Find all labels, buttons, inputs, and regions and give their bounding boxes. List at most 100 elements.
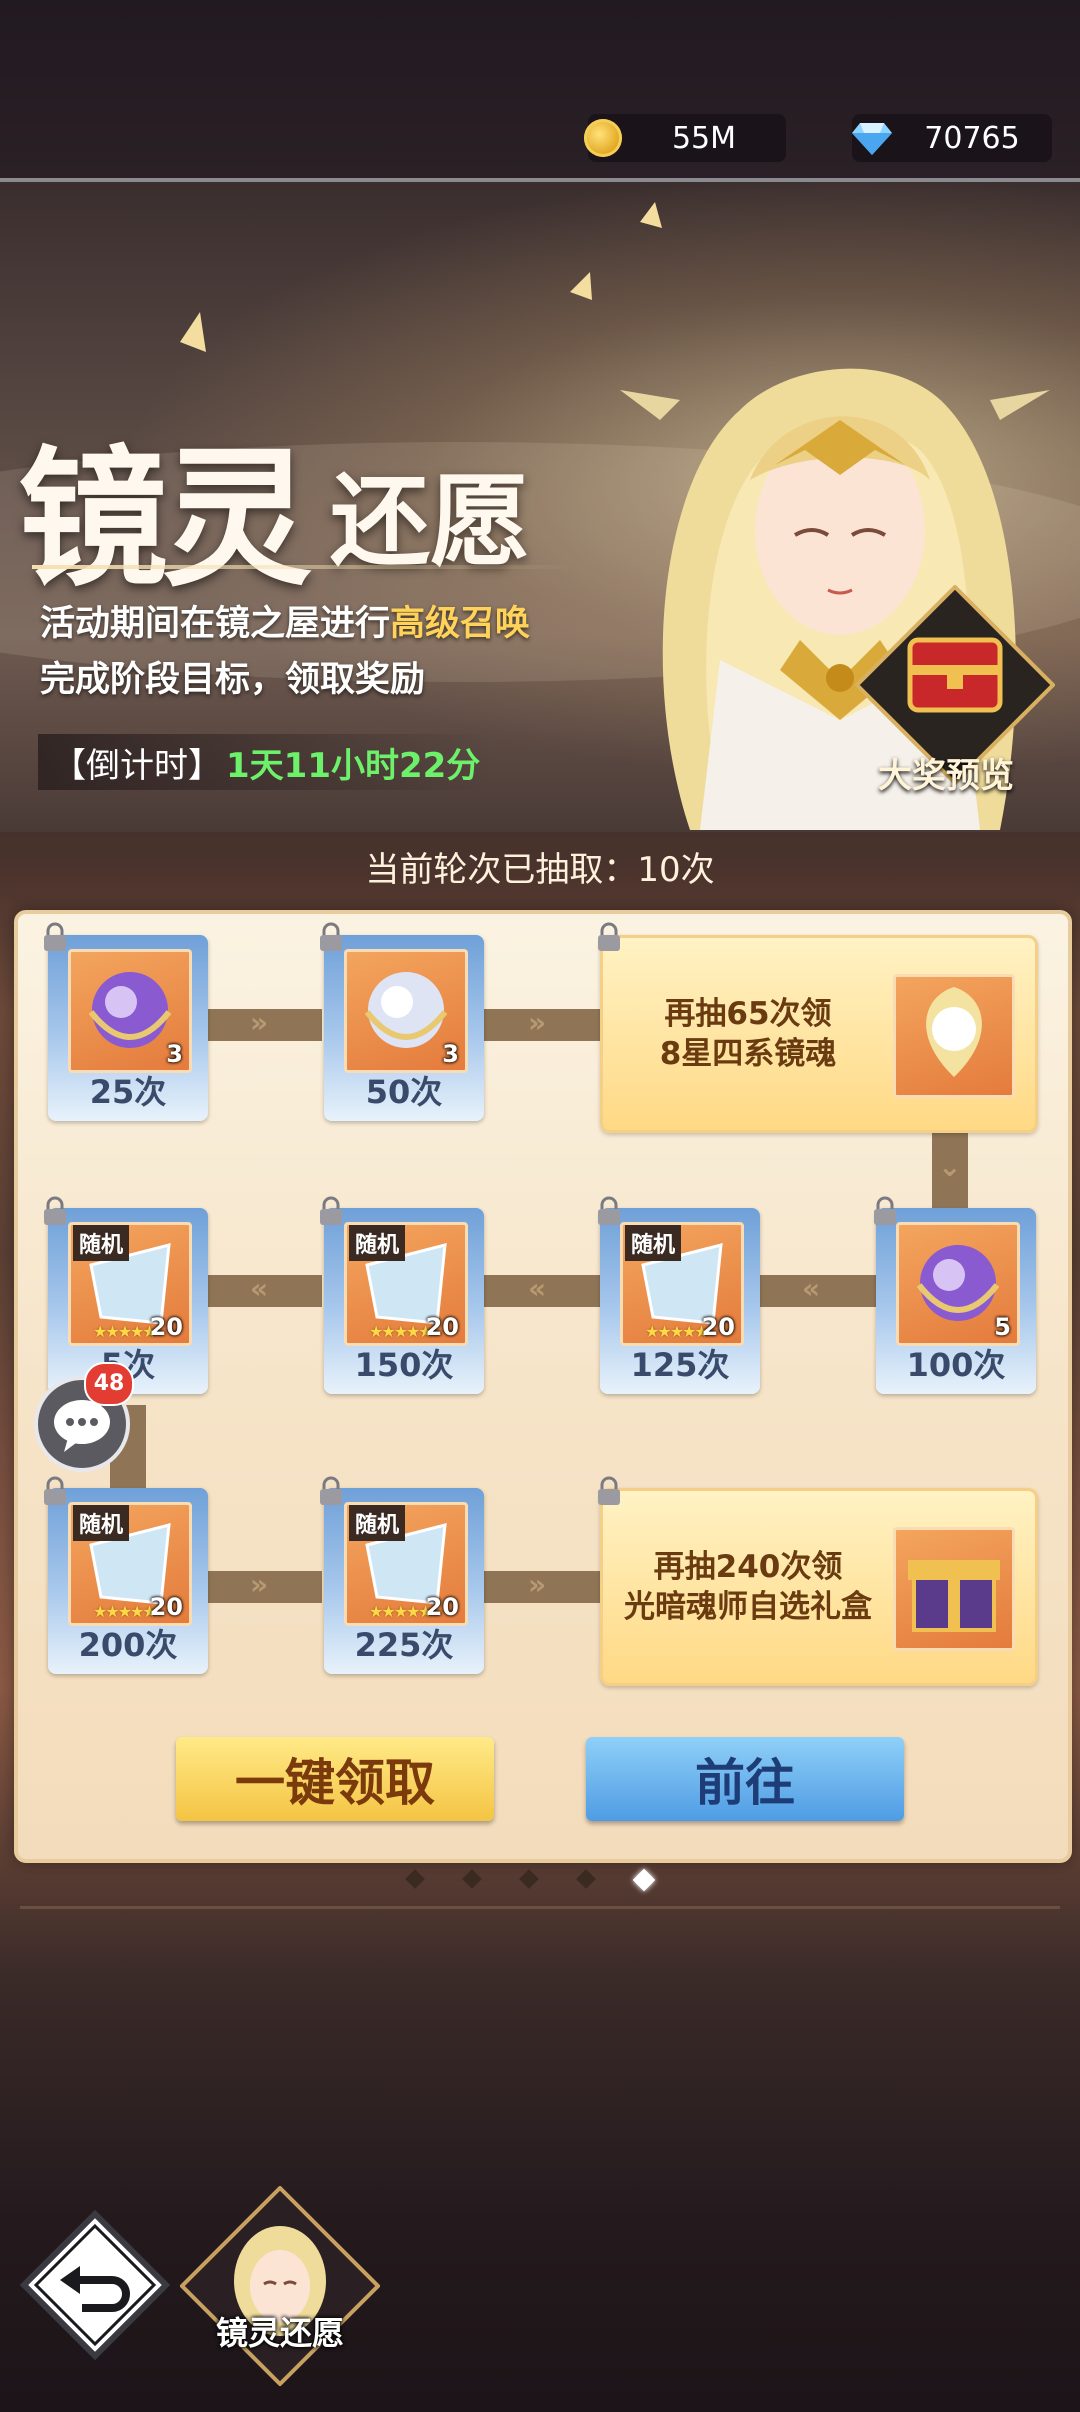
goal-line2: 8星四系镜魂	[659, 1036, 837, 1072]
star-rating: ★★★★★	[645, 1322, 709, 1341]
chevron-right-icon: »	[528, 1568, 547, 1601]
desc-line2: 完成阶段目标，领取奖励	[40, 660, 426, 700]
milestone-label: 50次	[365, 1073, 443, 1111]
milestone-card[interactable]: 随机 ★★★★★ 20 200次	[48, 1488, 208, 1674]
lock-icon	[320, 1476, 342, 1505]
milestone-label: 150次	[354, 1346, 454, 1384]
chevron-right-icon: »	[250, 1568, 269, 1601]
grand-prize-label: 大奖预览	[878, 756, 1014, 796]
lock-icon	[44, 922, 66, 951]
milestone-card[interactable]: 随机 ★★★★★ 20 225次	[324, 1488, 484, 1674]
reward-item: 随机 ★★★★★ 20	[68, 1502, 192, 1626]
page-dot[interactable]	[405, 1869, 425, 1889]
light-mirror-soul-icon	[926, 987, 982, 1077]
desc-highlight: 高级召唤	[390, 604, 531, 644]
chevron-left-icon: «	[528, 1272, 547, 1305]
reward-item: 随机 ★★★★★ 20	[344, 1222, 468, 1346]
random-tag: 随机	[73, 1225, 130, 1261]
milestone-card[interactable]: 随机 ★★★★★ 20 125次	[600, 1208, 760, 1394]
chevron-left-icon: «	[802, 1272, 821, 1305]
gold-counter[interactable]: 55M	[584, 114, 786, 162]
milestone-goal-card[interactable]: 再抽240次领 光暗魂师自选礼盒	[600, 1488, 1038, 1686]
milestone-card[interactable]: 随机 ★★★★★ 20 5次	[48, 1208, 208, 1394]
reward-item	[893, 1527, 1015, 1651]
lock-icon	[874, 1196, 896, 1225]
draws-count-header: 当前轮次已抽取：10次	[365, 850, 715, 890]
event-tab-button[interactable]	[179, 2185, 381, 2387]
page-dot-active[interactable]	[632, 1868, 656, 1892]
lock-icon	[44, 1196, 66, 1225]
item-count: 3	[442, 1040, 459, 1068]
diamond-icon	[852, 123, 892, 155]
milestone-card[interactable]: 随机 ★★★★★ 20 150次	[324, 1208, 484, 1394]
random-tag: 随机	[349, 1225, 406, 1261]
milestone-label: 125次	[630, 1346, 730, 1384]
star-rating: ★★★★★	[93, 1602, 157, 1621]
goal-line1: 再抽65次领	[664, 996, 832, 1032]
milestone-card[interactable]: 3 25次	[48, 935, 208, 1121]
milestone-card[interactable]: 3 50次	[324, 935, 484, 1121]
random-tag: 随机	[349, 1505, 406, 1541]
random-tag: 随机	[73, 1505, 130, 1541]
lock-icon	[320, 922, 342, 951]
title-underline	[32, 565, 572, 569]
countdown-value: 1天11小时22分	[226, 745, 481, 786]
event-description: 活动期间在镜之屋进行高级召唤 完成阶段目标，领取奖励	[40, 596, 530, 708]
desc-line1: 活动期间在镜之屋进行	[40, 604, 391, 644]
page-indicator	[405, 1868, 656, 1892]
reward-item: 5	[896, 1222, 1020, 1346]
chevron-right-icon: »	[250, 1006, 269, 1039]
milestone-label: 100次	[906, 1346, 1006, 1384]
back-button[interactable]	[20, 2210, 170, 2360]
gold-value: 55M	[671, 120, 737, 156]
chevron-right-icon: »	[528, 1006, 547, 1039]
lock-icon	[320, 1196, 342, 1225]
star-rating: ★★★★★	[369, 1602, 433, 1621]
goal-line2: 光暗魂师自选礼盒	[624, 1589, 872, 1625]
milestone-card[interactable]: 5 100次	[876, 1208, 1036, 1394]
milestone-label: 200次	[78, 1626, 178, 1664]
star-rating: ★★★★★	[369, 1322, 433, 1341]
gold-coin-icon	[584, 119, 622, 157]
reward-item: 3	[68, 949, 192, 1073]
countdown-label: 【倒计时】	[52, 745, 222, 786]
event-tab-label: 镜灵还愿	[216, 2314, 345, 2352]
chat-unread-badge: 48	[84, 1362, 134, 1406]
item-count: 20	[149, 1313, 183, 1341]
event-portrait-icon	[179, 2185, 381, 2387]
go-button[interactable]: 前往	[586, 1737, 904, 1821]
goal-text: 再抽240次领 光暗魂师自选礼盒	[623, 1547, 873, 1627]
countdown: 【倒计时】 1天11小时22分	[38, 734, 495, 790]
event-title-main: 镜灵	[18, 431, 312, 607]
chevron-left-icon: «	[250, 1272, 269, 1305]
item-count: 20	[149, 1593, 183, 1621]
diamond-value: 70765	[924, 120, 1020, 156]
event-title-sub: 还愿	[330, 462, 530, 580]
gift-box-icon	[908, 1560, 1000, 1632]
page-dot[interactable]	[462, 1869, 482, 1889]
diamond-counter[interactable]: 70765	[852, 114, 1052, 162]
star-rating: ★★★★★	[93, 1322, 157, 1341]
claim-all-button[interactable]: 一键领取	[176, 1737, 494, 1821]
reward-item: 随机 ★★★★★ 20	[620, 1222, 744, 1346]
lock-icon	[598, 922, 620, 951]
milestone-label: 25次	[89, 1073, 167, 1111]
divider	[20, 1906, 1060, 1909]
goal-text: 再抽65次领 8星四系镜魂	[623, 994, 873, 1074]
milestone-label: 225次	[354, 1626, 454, 1664]
lock-icon	[598, 1196, 620, 1225]
goal-line1: 再抽240次领	[653, 1549, 843, 1585]
chevron-down-icon: ⌄	[938, 1150, 962, 1183]
page-dot[interactable]	[576, 1869, 596, 1889]
random-tag: 随机	[625, 1225, 682, 1261]
reward-item: 3	[344, 949, 468, 1073]
item-count: 3	[166, 1040, 183, 1068]
reward-item: 随机 ★★★★★ 20	[344, 1502, 468, 1626]
item-count: 20	[701, 1313, 735, 1341]
page-dot[interactable]	[519, 1869, 539, 1889]
item-count: 20	[425, 1313, 459, 1341]
item-count: 5	[994, 1313, 1011, 1341]
lock-icon	[598, 1476, 620, 1505]
item-count: 20	[425, 1593, 459, 1621]
milestone-goal-card[interactable]: 再抽65次领 8星四系镜魂	[600, 935, 1038, 1133]
